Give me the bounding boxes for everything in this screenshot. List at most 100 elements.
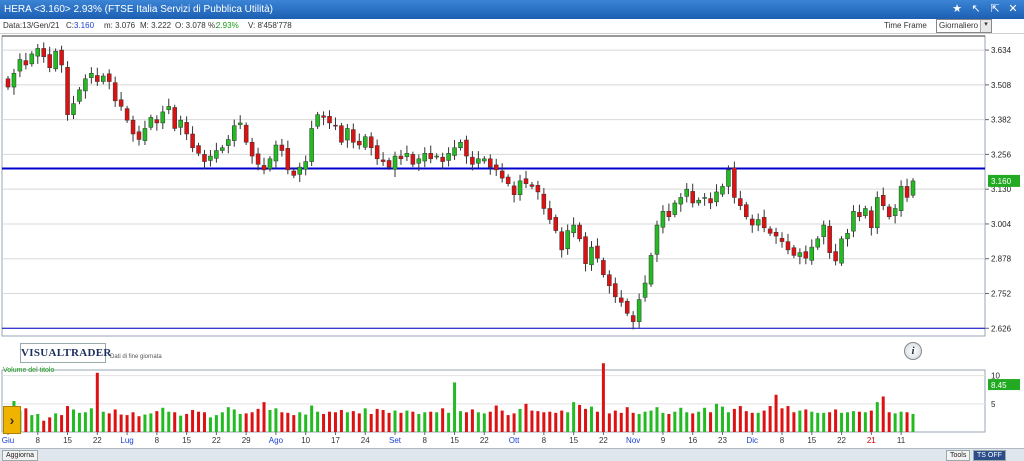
candle-body <box>857 212 862 218</box>
chevron-down-icon[interactable]: ▾ <box>980 20 991 32</box>
candle-body <box>678 197 684 205</box>
y-tick-label: 3.508 <box>991 81 1012 90</box>
expand-arrow-button[interactable]: › <box>3 406 21 434</box>
candle-body <box>232 125 237 141</box>
volume-bar <box>417 413 421 432</box>
candle-body <box>309 128 314 162</box>
info-date: Data:13/Gen/21 <box>3 21 60 30</box>
x-tick-label: Set <box>389 436 402 445</box>
maximize-icon[interactable]: ⇱ <box>988 2 1002 16</box>
volume-bar <box>560 410 564 432</box>
volume-bar <box>512 413 516 432</box>
volume-bar <box>631 412 635 432</box>
candle-body <box>434 155 439 158</box>
tools-button[interactable]: Tools <box>946 450 971 461</box>
volume-bar <box>280 412 284 432</box>
volume-bar <box>250 412 254 432</box>
candle-body <box>351 129 356 143</box>
candle-body <box>785 241 791 251</box>
candle-body <box>702 197 707 199</box>
candle-body <box>112 82 118 102</box>
candle-body <box>464 139 469 157</box>
volume-bar <box>191 410 195 432</box>
candle-body <box>118 99 124 107</box>
candle-body <box>428 153 433 160</box>
candle-body <box>565 230 570 250</box>
candle-body <box>285 148 291 171</box>
candle-body <box>136 131 142 140</box>
volume-bar <box>810 411 814 432</box>
volume-bar <box>488 411 492 432</box>
volume-bar <box>167 411 171 432</box>
candle-body <box>327 116 332 124</box>
candle <box>624 298 630 317</box>
volume-bar <box>179 415 183 432</box>
y-tick-label: 3.634 <box>991 46 1012 55</box>
candle-body <box>886 206 892 218</box>
volume-bar <box>286 412 290 432</box>
volume-bar <box>786 406 790 432</box>
volume-bar <box>780 408 784 432</box>
candle-body <box>904 186 910 198</box>
y-tick-label: 2.752 <box>991 289 1012 298</box>
candle <box>339 122 344 146</box>
volume-bar <box>411 411 415 432</box>
candle-body <box>77 89 82 102</box>
candle-body <box>607 274 612 287</box>
candle-body <box>398 155 404 160</box>
close-icon[interactable]: ✕ <box>1006 2 1020 16</box>
price-chart[interactable]: 3.6343.5083.3823.2563.1303.0042.8782.752… <box>0 34 1024 448</box>
candle-body <box>315 114 320 127</box>
volume-bar <box>214 415 218 432</box>
candle-body <box>547 208 553 220</box>
volume-bar <box>71 409 75 432</box>
candle-body <box>196 145 201 154</box>
volume-bar <box>804 409 808 432</box>
volume-bar <box>77 412 81 432</box>
volume-bar <box>703 407 707 432</box>
candle-body <box>154 119 160 124</box>
info-volume: V: 8'458'778 <box>248 21 292 30</box>
current-price-label: 3.160 <box>991 177 1012 186</box>
candle-body <box>892 208 898 216</box>
volume-bar <box>310 405 314 432</box>
info-icon[interactable]: i <box>904 342 922 360</box>
volume-bar <box>375 408 379 432</box>
x-tick-label: 23 <box>718 436 727 445</box>
undock-icon[interactable]: ↖ <box>969 2 983 16</box>
favorite-icon[interactable]: ★ <box>950 2 964 16</box>
candle-body <box>345 128 350 141</box>
x-tick-label: 24 <box>361 436 370 445</box>
volume-bar <box>554 412 558 432</box>
volume-bar <box>149 413 153 432</box>
candle-body <box>619 297 624 303</box>
volume-bar <box>875 402 879 432</box>
candle <box>553 214 559 234</box>
candle-body <box>755 219 761 226</box>
candle-body <box>392 155 398 170</box>
x-tick-label: 22 <box>93 436 102 445</box>
aggiorna-button[interactable]: Aggiorna <box>2 450 39 461</box>
ts-off-button[interactable]: TS OFF <box>973 450 1006 461</box>
candle-body <box>583 236 588 264</box>
x-tick-label: 22 <box>837 436 846 445</box>
info-min: m: 3.076 <box>104 21 136 30</box>
candle-body <box>910 180 916 196</box>
volume-bar <box>768 406 772 432</box>
candle <box>648 252 654 287</box>
candle-body <box>589 246 594 266</box>
candle-body <box>142 128 148 141</box>
volume-bar <box>316 411 320 432</box>
candle-body <box>261 165 267 171</box>
candle-body <box>470 156 475 165</box>
timeframe-select[interactable]: Giornaliero ▾ <box>936 19 992 33</box>
volume-bar <box>292 415 296 432</box>
candle-body <box>613 283 618 298</box>
volume-bar <box>197 411 201 432</box>
x-tick-label: 8 <box>780 436 785 445</box>
volume-bar <box>905 412 909 432</box>
volume-bar <box>95 372 99 432</box>
candle-body <box>791 247 797 256</box>
candle-body <box>380 159 386 162</box>
volume-bar <box>679 407 683 432</box>
